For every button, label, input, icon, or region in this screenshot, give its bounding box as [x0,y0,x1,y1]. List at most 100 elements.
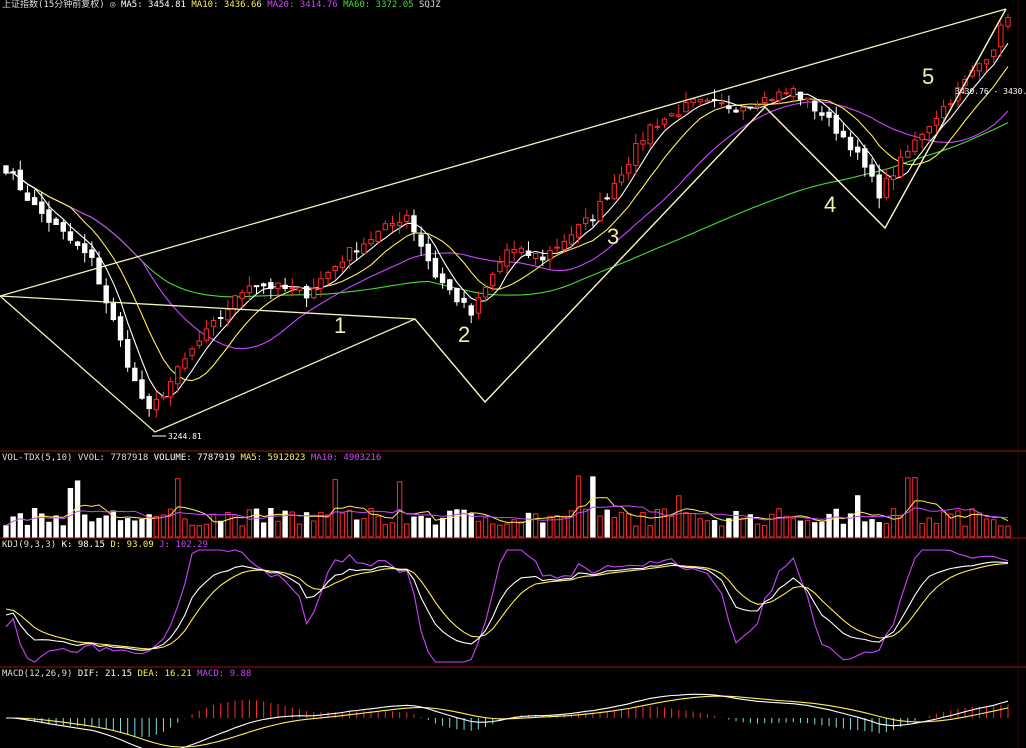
volume-bar [60,525,66,538]
volume-bar [432,524,439,538]
volume-bar [53,515,59,538]
volume-bar [962,525,968,538]
volume-bar [489,523,496,538]
volume-bar [10,516,16,538]
volume-bar [540,522,546,538]
volume-bar [618,511,625,538]
volume-bar [124,518,131,538]
volume_panel-legend-item: MA5: 5912023 [240,453,305,463]
volume-bar [246,509,253,538]
kdj-legend: KDJ(9,3,3) K: 98.15 D: 93.09 J: 102.29 [2,540,208,550]
volume-bar [260,522,267,538]
volume-bar [96,517,102,538]
kdj_panel-legend-item: D: 93.09 [110,540,153,550]
volume-bar [532,513,539,538]
wave-label-3: 3 [607,224,619,249]
volume-bar [203,523,210,538]
volume_panel-legend-item: VOLUME: 7787919 [154,453,235,463]
volume-bar [210,513,217,538]
volume-bar [740,517,746,538]
volume-bar [475,520,482,538]
macd_panel-legend-item: MACD: 9.88 [197,669,251,679]
main-legend: 上证指数(15分钟前复权) ◎ MA5: 3454.81 MA10: 3436.… [2,0,441,10]
volume-bar [325,514,331,538]
volume-bar [661,508,668,538]
volume-bar [933,523,940,538]
volume-bar [103,515,109,538]
volume-bar [275,520,281,538]
volume-bar [919,523,925,538]
volume-bar [132,520,138,538]
volume-bar [883,522,890,538]
volume-bar [597,515,603,538]
volume-bar [647,525,653,538]
volume-bar [690,513,696,538]
main_panel-legend-item: MA60: 3372.05 [343,0,413,10]
volume-bar [697,518,703,538]
volume-bar [382,523,389,538]
volume-bar [160,514,167,538]
volume-bar [504,523,510,538]
volume-bar [719,525,725,538]
volume-bar [218,520,224,538]
stock-chart: 上证指数(15分钟前复权) ◎ MA5: 3454.81 MA10: 3436.… [0,0,1026,748]
main_panel-legend-item: MA10: 3436.66 [191,0,261,10]
volume-bar [990,519,997,538]
volume-bar [819,521,825,538]
main_panel-legend-item: MA5: 3454.81 [121,0,186,10]
volume-legend: VOL-TDX(5,10) VVOL: 7787918 VOLUME: 7787… [2,453,381,463]
volume-bar [726,518,732,538]
volume-bar [468,513,474,538]
low-price-label: 3244.81 [168,432,202,441]
main_panel-legend-item: 上证指数(15分钟前复权) ◎ [2,0,116,10]
macd_panel-legend-item: MACD(12,26,9) [2,669,72,679]
volume-bar [296,523,303,538]
volume-bar [418,515,424,538]
volume-bar [253,508,260,538]
volume-bar [625,513,632,538]
volume-bar [776,508,782,538]
volume-bar [82,514,88,538]
main_panel-legend-item: MA20: 3414.76 [267,0,337,10]
macd_panel-legend-item: DEA: 16.21 [137,669,191,679]
volume-bar [983,518,990,538]
right-price-label: 3430.76 - 3430.8 [955,87,1026,96]
volume_panel-legend-item: MA10: 4903216 [311,453,381,463]
volume-bar [518,521,525,538]
volume-bar [940,511,947,538]
volume-bar [375,515,381,538]
volume-bar [239,525,245,538]
volume_panel-legend-item: VVOL: 7787918 [78,453,148,463]
volume-bar [683,512,689,538]
volume-bar [411,516,417,538]
volume-bar [3,525,9,538]
volume-bar [389,522,396,538]
wave-label-5: 5 [922,64,934,89]
volume-bar [447,510,453,538]
volume-bar [833,508,839,538]
candle [647,122,653,148]
volume-bar [604,509,610,538]
volume-bar [783,515,789,538]
volume-bar [611,517,618,538]
volume-bar [225,512,231,538]
volume_panel-legend-item: VOL-TDX(5,10) [2,453,72,463]
volume-bar [196,525,202,538]
volume-bar [354,519,360,538]
volume-bar [497,524,503,538]
volume-bar [339,512,346,538]
kdj_panel-legend-item: KDJ(9,3,3) [2,540,56,550]
macd_panel-legend-item: DIF: 21.15 [78,669,132,679]
volume-bar [790,518,796,538]
volume-bar [17,513,24,538]
volume-bar [404,523,410,538]
volume-bar [268,508,274,538]
volume-bar [74,480,81,538]
volume-bar [912,476,918,538]
volume-bar [804,520,811,538]
volume-bar [583,508,589,538]
volume-bar [1005,525,1011,538]
volume-bar [182,518,188,538]
volume-bar [89,521,95,538]
volume-bar [711,520,718,538]
